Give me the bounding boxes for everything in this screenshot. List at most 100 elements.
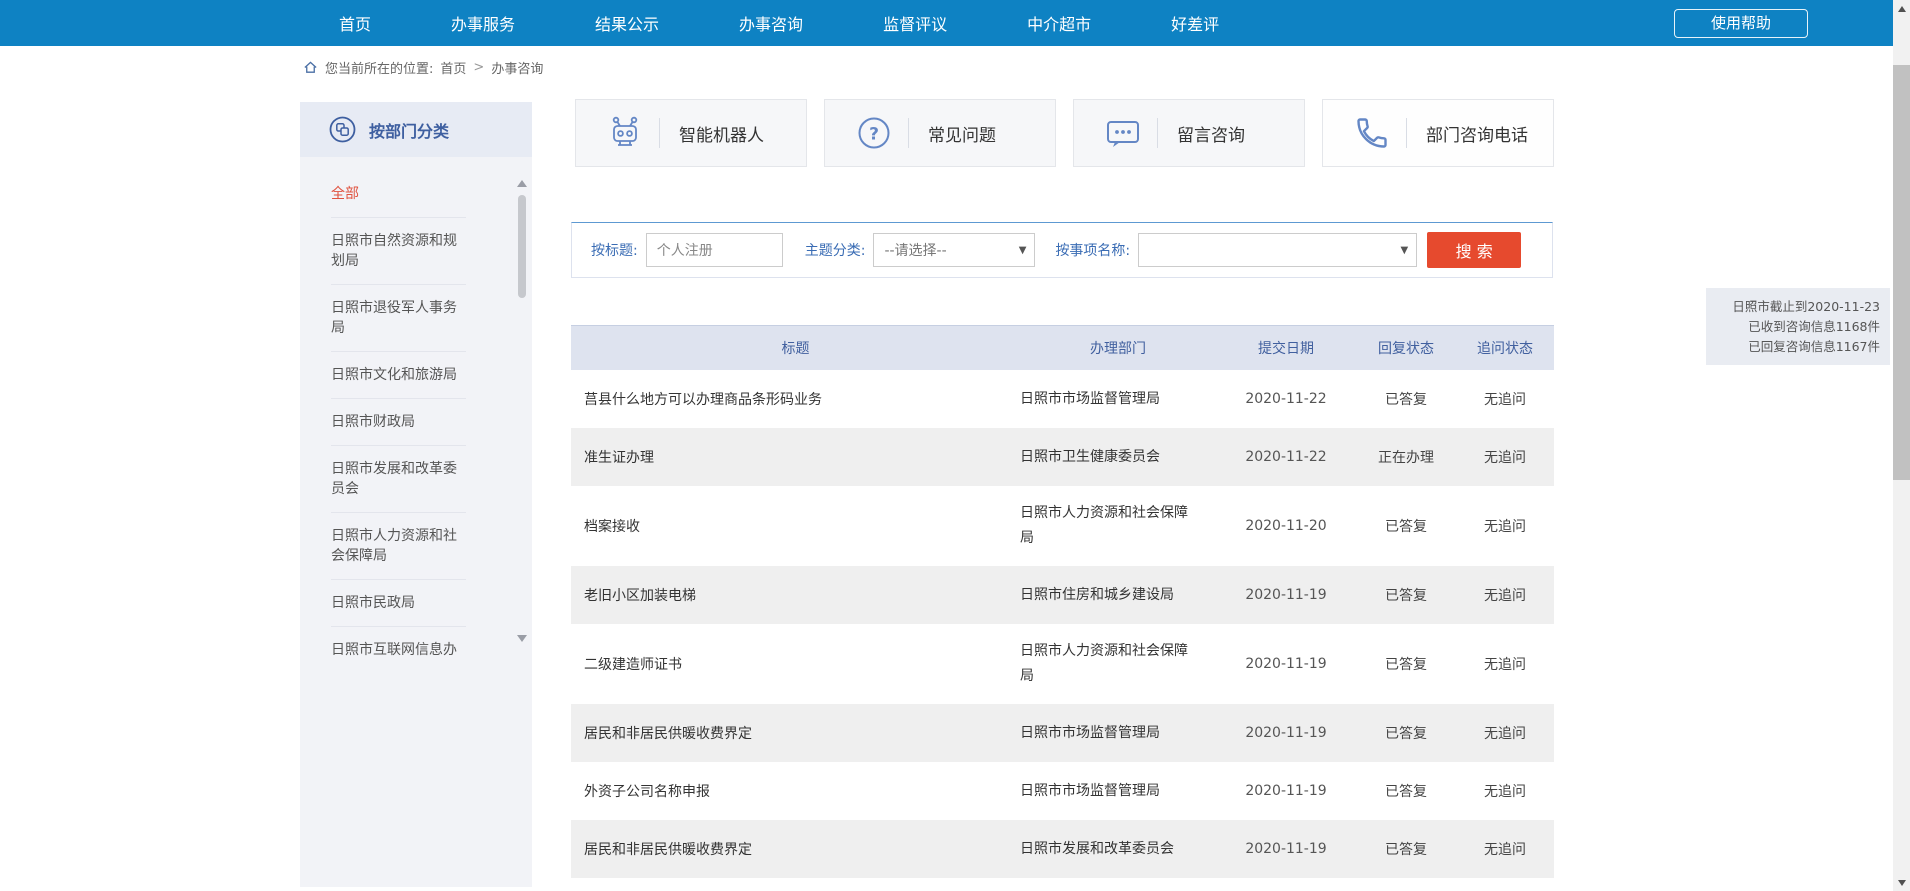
sidebar-scrollbar[interactable] (517, 180, 527, 642)
phone-icon (1351, 115, 1393, 151)
cell-department: 日照市发展和改革委员会 (1020, 837, 1216, 862)
leave-message-button[interactable]: 留言咨询 (1073, 99, 1305, 167)
cell-date: 2020-11-22 (1216, 391, 1356, 407)
item-select[interactable]: ▼ (1138, 233, 1417, 267)
question-icon: ? (853, 115, 895, 151)
col-header-follow-status: 追问状态 (1456, 338, 1554, 358)
stats-line-2: 已收到咨询信息1168件 (1716, 317, 1880, 337)
topic-select-value: --请选择-- (884, 240, 946, 260)
cell-follow-status: 无追问 (1456, 723, 1554, 743)
cell-date: 2020-11-19 (1216, 725, 1356, 741)
sidebar-item-human-resources[interactable]: 日照市人力资源和社会保障局 (331, 513, 466, 580)
consultation-table: 标题 办理部门 提交日期 回复状态 追问状态 莒县什么地方可以办理商品条形码业务… (571, 325, 1554, 878)
breadcrumb-home-link[interactable]: 首页 (440, 58, 466, 77)
sidebar-item-internet-info[interactable]: 日照市互联网信息办 (331, 627, 466, 673)
cell-follow-status: 无追问 (1456, 516, 1554, 536)
sidebar-item-civil-affairs[interactable]: 日照市民政局 (331, 580, 466, 627)
table-row[interactable]: 居民和非居民供暖收费界定 日照市市场监督管理局 2020-11-19 已答复 无… (571, 704, 1554, 762)
cell-reply-status: 已答复 (1356, 723, 1456, 743)
home-icon (303, 60, 318, 75)
item-filter-label: 按事项名称: (1055, 240, 1130, 260)
nav-item-home[interactable]: 首页 (339, 11, 371, 35)
svg-text:?: ? (869, 125, 879, 145)
cell-date: 2020-11-19 (1216, 841, 1356, 857)
cell-title[interactable]: 准生证办理 (571, 447, 1020, 467)
smart-robot-button[interactable]: 智能机器人 (575, 99, 807, 167)
cell-reply-status: 已答复 (1356, 516, 1456, 536)
cell-title[interactable]: 老旧小区加装电梯 (571, 585, 1020, 605)
breadcrumb-current: 办事咨询 (491, 58, 543, 77)
stats-line-3: 已回复咨询信息1167件 (1716, 337, 1880, 357)
breadcrumb: 您当前所在的位置: 首页 > 办事咨询 (303, 46, 543, 88)
title-search-input[interactable] (646, 233, 783, 267)
cell-follow-status: 无追问 (1456, 447, 1554, 467)
divider (1157, 118, 1158, 148)
leave-message-label: 留言咨询 (1177, 121, 1245, 146)
faq-button[interactable]: ? 常见问题 (824, 99, 1056, 167)
nav-item-rating[interactable]: 好差评 (1171, 11, 1219, 35)
search-bar: 按标题: 主题分类: --请选择-- ▼ 按事项名称: ▼ 搜 索 (571, 222, 1553, 278)
nav-menu: 首页 办事服务 结果公示 办事咨询 监督评议 中介超市 好差评 (339, 0, 1893, 46)
col-header-title: 标题 (571, 338, 1020, 358)
robot-icon (604, 113, 646, 153)
cell-date: 2020-11-19 (1216, 656, 1356, 672)
sidebar-item-veterans[interactable]: 日照市退役军人事务局 (331, 285, 466, 352)
department-list: 全部 日照市自然资源和规划局 日照市退役军人事务局 日照市文化和旅游局 日照市财… (300, 157, 532, 673)
cell-department: 日照市人力资源和社会保障局 (1020, 501, 1216, 551)
cell-department: 日照市人力资源和社会保障局 (1020, 639, 1216, 689)
nav-item-supervision[interactable]: 监督评议 (883, 11, 947, 35)
cell-department: 日照市市场监督管理局 (1020, 779, 1216, 804)
cell-department: 日照市市场监督管理局 (1020, 721, 1216, 746)
table-row[interactable]: 莒县什么地方可以办理商品条形码业务 日照市市场监督管理局 2020-11-22 … (571, 370, 1554, 428)
cell-date: 2020-11-19 (1216, 587, 1356, 603)
cell-title[interactable]: 居民和非居民供暖收费界定 (571, 839, 1020, 859)
cell-follow-status: 无追问 (1456, 585, 1554, 605)
sidebar-item-development-reform[interactable]: 日照市发展和改革委员会 (331, 446, 466, 513)
sidebar-item-culture-tourism[interactable]: 日照市文化和旅游局 (331, 352, 466, 399)
faq-label: 常见问题 (928, 121, 996, 146)
scroll-down-icon[interactable] (517, 635, 527, 642)
scroll-down-icon[interactable] (1893, 874, 1910, 891)
page-scrollbar-thumb[interactable] (1893, 65, 1910, 480)
nav-item-services[interactable]: 办事服务 (451, 11, 515, 35)
sidebar-item-natural-resources[interactable]: 日照市自然资源和规划局 (331, 218, 466, 285)
scroll-up-icon[interactable] (517, 180, 527, 187)
page-scrollbar[interactable] (1893, 0, 1910, 891)
department-phone-button[interactable]: 部门咨询电话 (1322, 99, 1554, 167)
topic-filter-label: 主题分类: (805, 240, 866, 260)
table-row[interactable]: 居民和非居民供暖收费界定 日照市发展和改革委员会 2020-11-19 已答复 … (571, 820, 1554, 878)
nav-item-intermediary[interactable]: 中介超市 (1027, 11, 1091, 35)
cell-reply-status: 已答复 (1356, 839, 1456, 859)
help-button[interactable]: 使用帮助 (1674, 9, 1808, 38)
cell-department: 日照市住房和城乡建设局 (1020, 583, 1216, 608)
sidebar-header: 按部门分类 (300, 102, 532, 157)
cell-date: 2020-11-22 (1216, 449, 1356, 465)
table-row[interactable]: 二级建造师证书 日照市人力资源和社会保障局 2020-11-19 已答复 无追问 (571, 624, 1554, 704)
scroll-up-icon[interactable] (1893, 0, 1910, 17)
topic-select[interactable]: --请选择-- ▼ (873, 233, 1035, 267)
table-row[interactable]: 准生证办理 日照市卫生健康委员会 2020-11-22 正在办理 无追问 (571, 428, 1554, 486)
nav-item-consult[interactable]: 办事咨询 (739, 11, 803, 35)
table-row[interactable]: 档案接收 日照市人力资源和社会保障局 2020-11-20 已答复 无追问 (571, 486, 1554, 566)
sidebar-scrollbar-thumb[interactable] (518, 195, 526, 298)
cell-title[interactable]: 外资子公司名称申报 (571, 781, 1020, 801)
chevron-down-icon: ▼ (1400, 245, 1408, 256)
sidebar-item-finance[interactable]: 日照市财政局 (331, 399, 466, 446)
nav-item-results[interactable]: 结果公示 (595, 11, 659, 35)
department-sidebar: 按部门分类 全部 日照市自然资源和规划局 日照市退役军人事务局 日照市文化和旅游… (300, 102, 532, 887)
cell-title[interactable]: 莒县什么地方可以办理商品条形码业务 (571, 389, 1020, 409)
cell-follow-status: 无追问 (1456, 839, 1554, 859)
cell-department: 日照市市场监督管理局 (1020, 387, 1216, 412)
cell-reply-status: 已答复 (1356, 781, 1456, 801)
table-row[interactable]: 外资子公司名称申报 日照市市场监督管理局 2020-11-19 已答复 无追问 (571, 762, 1554, 820)
cell-title[interactable]: 二级建造师证书 (571, 654, 1020, 674)
cell-title[interactable]: 档案接收 (571, 516, 1020, 536)
cell-title[interactable]: 居民和非居民供暖收费界定 (571, 723, 1020, 743)
cell-date: 2020-11-19 (1216, 783, 1356, 799)
search-button[interactable]: 搜 索 (1427, 232, 1521, 268)
table-row[interactable]: 老旧小区加装电梯 日照市住房和城乡建设局 2020-11-19 已答复 无追问 (571, 566, 1554, 624)
breadcrumb-prefix: 您当前所在的位置: (325, 58, 433, 77)
cell-follow-status: 无追问 (1456, 389, 1554, 409)
table-header: 标题 办理部门 提交日期 回复状态 追问状态 (571, 326, 1554, 370)
sidebar-item-all[interactable]: 全部 (331, 171, 466, 218)
